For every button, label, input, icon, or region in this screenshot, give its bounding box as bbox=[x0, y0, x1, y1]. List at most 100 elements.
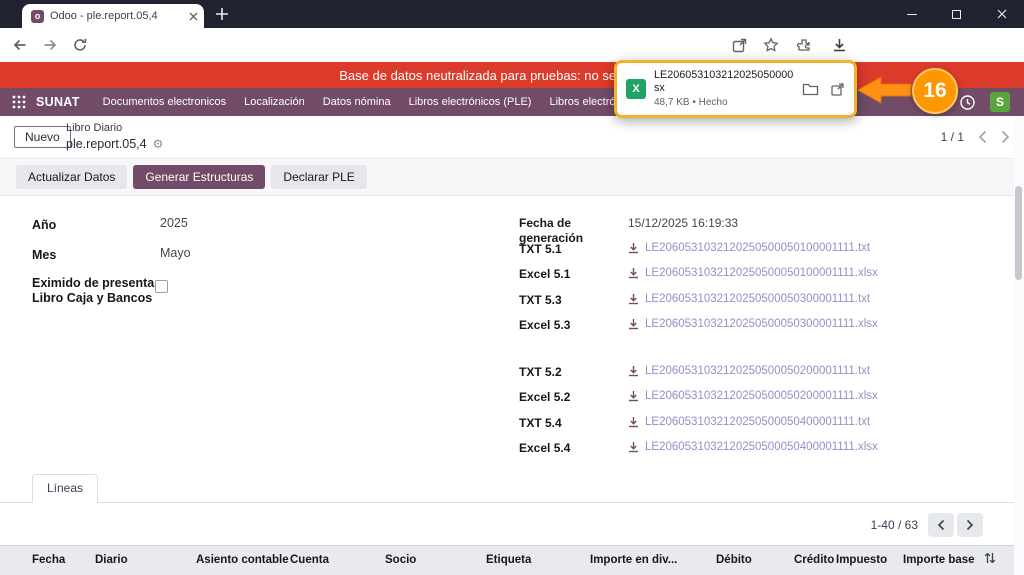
table-column-header[interactable]: Impuesto bbox=[836, 554, 887, 566]
file-row: TXT 5.3 LE206053103212025050005030000111… bbox=[519, 293, 999, 319]
tab-lineas[interactable]: Líneas bbox=[32, 474, 99, 503]
table-column-header[interactable]: Importe en div... bbox=[590, 554, 677, 566]
annotation-arrow-icon bbox=[858, 76, 912, 104]
download-file-icon bbox=[629, 293, 638, 304]
page-scrollbar[interactable] bbox=[1014, 116, 1024, 575]
table-column-header[interactable]: Importe base bbox=[903, 554, 975, 566]
form-spacer bbox=[519, 344, 999, 365]
file-field-label: TXT 5.1 bbox=[519, 241, 562, 256]
open-file-icon[interactable] bbox=[830, 82, 845, 97]
forward-icon[interactable] bbox=[42, 37, 58, 53]
update-data-button[interactable]: Actualizar Datos bbox=[16, 165, 128, 189]
year-label: Año bbox=[32, 218, 57, 232]
tab-title: Odoo - ple.report.05,4 bbox=[50, 10, 158, 22]
table-column-header[interactable]: Etiqueta bbox=[486, 554, 531, 566]
table-column-header[interactable]: Cuenta bbox=[290, 554, 329, 566]
bookmark-star-icon[interactable] bbox=[763, 37, 779, 53]
download-meta: 48,7 KB • Hecho bbox=[654, 97, 728, 108]
file-field-label: Excel 5.3 bbox=[519, 318, 571, 332]
file-row: TXT 5.4 LE206053103212025050005040000111… bbox=[519, 416, 999, 442]
download-file-icon bbox=[629, 268, 638, 279]
lines-table-header: Fecha Diario Asiento contable Cuenta Socio Et… bbox=[0, 545, 1014, 575]
breadcrumb-parent[interactable]: Libro Diario bbox=[66, 121, 163, 135]
file-row: TXT 5.2 LE206053103212025050005020000111… bbox=[519, 365, 999, 391]
statusbar-buttons: Actualizar Datos Generar Estructuras Dec… bbox=[0, 158, 1024, 196]
form-sheet: Año 2025 Mes Mayo Eximido de presenta Li… bbox=[0, 196, 1014, 474]
download-file-icon bbox=[629, 319, 638, 330]
record-settings-gear-icon[interactable]: ⚙ bbox=[153, 137, 164, 151]
year-value[interactable]: 2025 bbox=[160, 216, 188, 230]
new-tab-button[interactable] bbox=[214, 6, 230, 22]
downloads-icon[interactable] bbox=[831, 37, 848, 54]
navbar-menu-item[interactable]: Datos nómina bbox=[314, 96, 400, 108]
tab-close-icon[interactable] bbox=[189, 12, 198, 21]
table-column-header[interactable]: Crédito bbox=[794, 554, 834, 566]
navbar-menu-item[interactable]: Libros electrónicos (PLE) bbox=[400, 96, 541, 108]
navbar-menu-item[interactable]: Localización bbox=[235, 96, 314, 108]
download-bubble[interactable]: X LE20605310321202505000050 sx 48,7 KB •… bbox=[614, 60, 857, 118]
optional-columns-icon[interactable] bbox=[983, 551, 997, 565]
list-pager-count: 1-40 / 63 bbox=[870, 518, 918, 532]
download-file-icon bbox=[629, 391, 638, 402]
file-download-link[interactable]: LE2060531032120250500050100001111.txt bbox=[628, 242, 870, 254]
extensions-icon[interactable] bbox=[796, 37, 812, 53]
browser-titlebar: o Odoo - ple.report.05,4 bbox=[0, 0, 1024, 28]
file-download-link[interactable]: LE2060531032120250500050200001111.xlsx bbox=[628, 390, 878, 402]
file-field-label: Excel 5.2 bbox=[519, 390, 571, 404]
new-record-button[interactable]: Nuevo bbox=[14, 126, 71, 148]
record-pager: 1 / 1 bbox=[941, 116, 1010, 158]
list-next-page-button[interactable] bbox=[957, 513, 983, 537]
apps-grid-icon[interactable] bbox=[12, 95, 26, 109]
month-value[interactable]: Mayo bbox=[160, 246, 191, 260]
file-rows-group2: TXT 5.2 LE206053103212025050005020000111… bbox=[519, 365, 999, 467]
file-download-link[interactable]: LE2060531032120250500050200001111.txt bbox=[628, 365, 870, 377]
file-download-link[interactable]: LE2060531032120250500050400001111.txt bbox=[628, 416, 870, 428]
file-download-link[interactable]: LE2060531032120250500050300001111.txt bbox=[628, 293, 870, 305]
navbar-menu: Documentos electronicos Localización Datos… bbox=[94, 96, 687, 108]
exempt-label-line2: Libro Caja y Bancos bbox=[32, 291, 153, 305]
share-icon[interactable] bbox=[731, 37, 748, 54]
table-column-header[interactable]: Fecha bbox=[32, 554, 65, 566]
next-record-icon[interactable] bbox=[1001, 130, 1010, 144]
file-download-link[interactable]: LE2060531032120250500050100001111.xlsx bbox=[628, 267, 878, 279]
file-field-label: TXT 5.3 bbox=[519, 292, 562, 307]
table-column-header[interactable]: Débito bbox=[716, 554, 752, 566]
file-rows-group1: TXT 5.1 LE206053103212025050005010000111… bbox=[519, 242, 999, 344]
exempt-checkbox[interactable] bbox=[155, 280, 168, 293]
activity-clock-icon[interactable] bbox=[959, 94, 976, 111]
declare-ple-button[interactable]: Declarar PLE bbox=[271, 165, 367, 189]
back-icon[interactable] bbox=[12, 37, 28, 53]
odoo-favicon-icon: o bbox=[31, 9, 44, 23]
show-in-folder-icon[interactable] bbox=[802, 82, 819, 97]
file-download-link[interactable]: LE2060531032120250500050300001111.xlsx bbox=[628, 318, 878, 330]
file-field-label: TXT 5.4 bbox=[519, 415, 562, 430]
list-previous-page-button[interactable] bbox=[928, 513, 954, 537]
file-row: Excel 5.4 LE2060531032120250500050400001… bbox=[519, 441, 999, 467]
minimize-button[interactable] bbox=[889, 0, 934, 28]
form-right-column: Fecha de generación 15/12/2025 16:19:33 … bbox=[519, 216, 999, 467]
close-window-button[interactable] bbox=[979, 0, 1024, 28]
download-info: LE20605310321202505000050 sx 48,7 KB • H… bbox=[654, 69, 794, 109]
table-column-header[interactable]: Diario bbox=[95, 554, 128, 566]
file-field-label: TXT 5.2 bbox=[519, 364, 562, 379]
month-label: Mes bbox=[32, 248, 57, 262]
reload-icon[interactable] bbox=[72, 37, 88, 53]
browser-tab[interactable]: o Odoo - ple.report.05,4 bbox=[22, 4, 204, 28]
excel-file-icon: X bbox=[626, 79, 646, 99]
generate-structures-button[interactable]: Generar Estructuras bbox=[133, 165, 266, 189]
navbar-menu-item[interactable]: Documentos electronicos bbox=[94, 96, 236, 108]
file-name: LE2060531032120250500050400001111.txt bbox=[645, 415, 871, 428]
scrollbar-thumb[interactable] bbox=[1015, 186, 1022, 280]
table-column-header[interactable]: Socio bbox=[385, 554, 416, 566]
download-file-icon bbox=[629, 365, 638, 376]
screen: o Odoo - ple.report.05,4 democontable17.… bbox=[0, 0, 1024, 575]
file-download-link[interactable]: LE2060531032120250500050400001111.xlsx bbox=[628, 441, 878, 453]
record-name: ple.report.05,4 bbox=[66, 137, 147, 151]
table-column-header[interactable]: Asiento contable bbox=[196, 554, 289, 566]
app-brand[interactable]: SUNAT bbox=[36, 95, 80, 109]
previous-record-icon[interactable] bbox=[978, 130, 987, 144]
user-avatar[interactable]: S bbox=[990, 92, 1010, 112]
maximize-button[interactable] bbox=[934, 0, 979, 28]
breadcrumb: Libro Diario ple.report.05,4 ⚙ bbox=[66, 121, 163, 151]
generation-date-value: 15/12/2025 16:19:33 bbox=[628, 216, 739, 230]
